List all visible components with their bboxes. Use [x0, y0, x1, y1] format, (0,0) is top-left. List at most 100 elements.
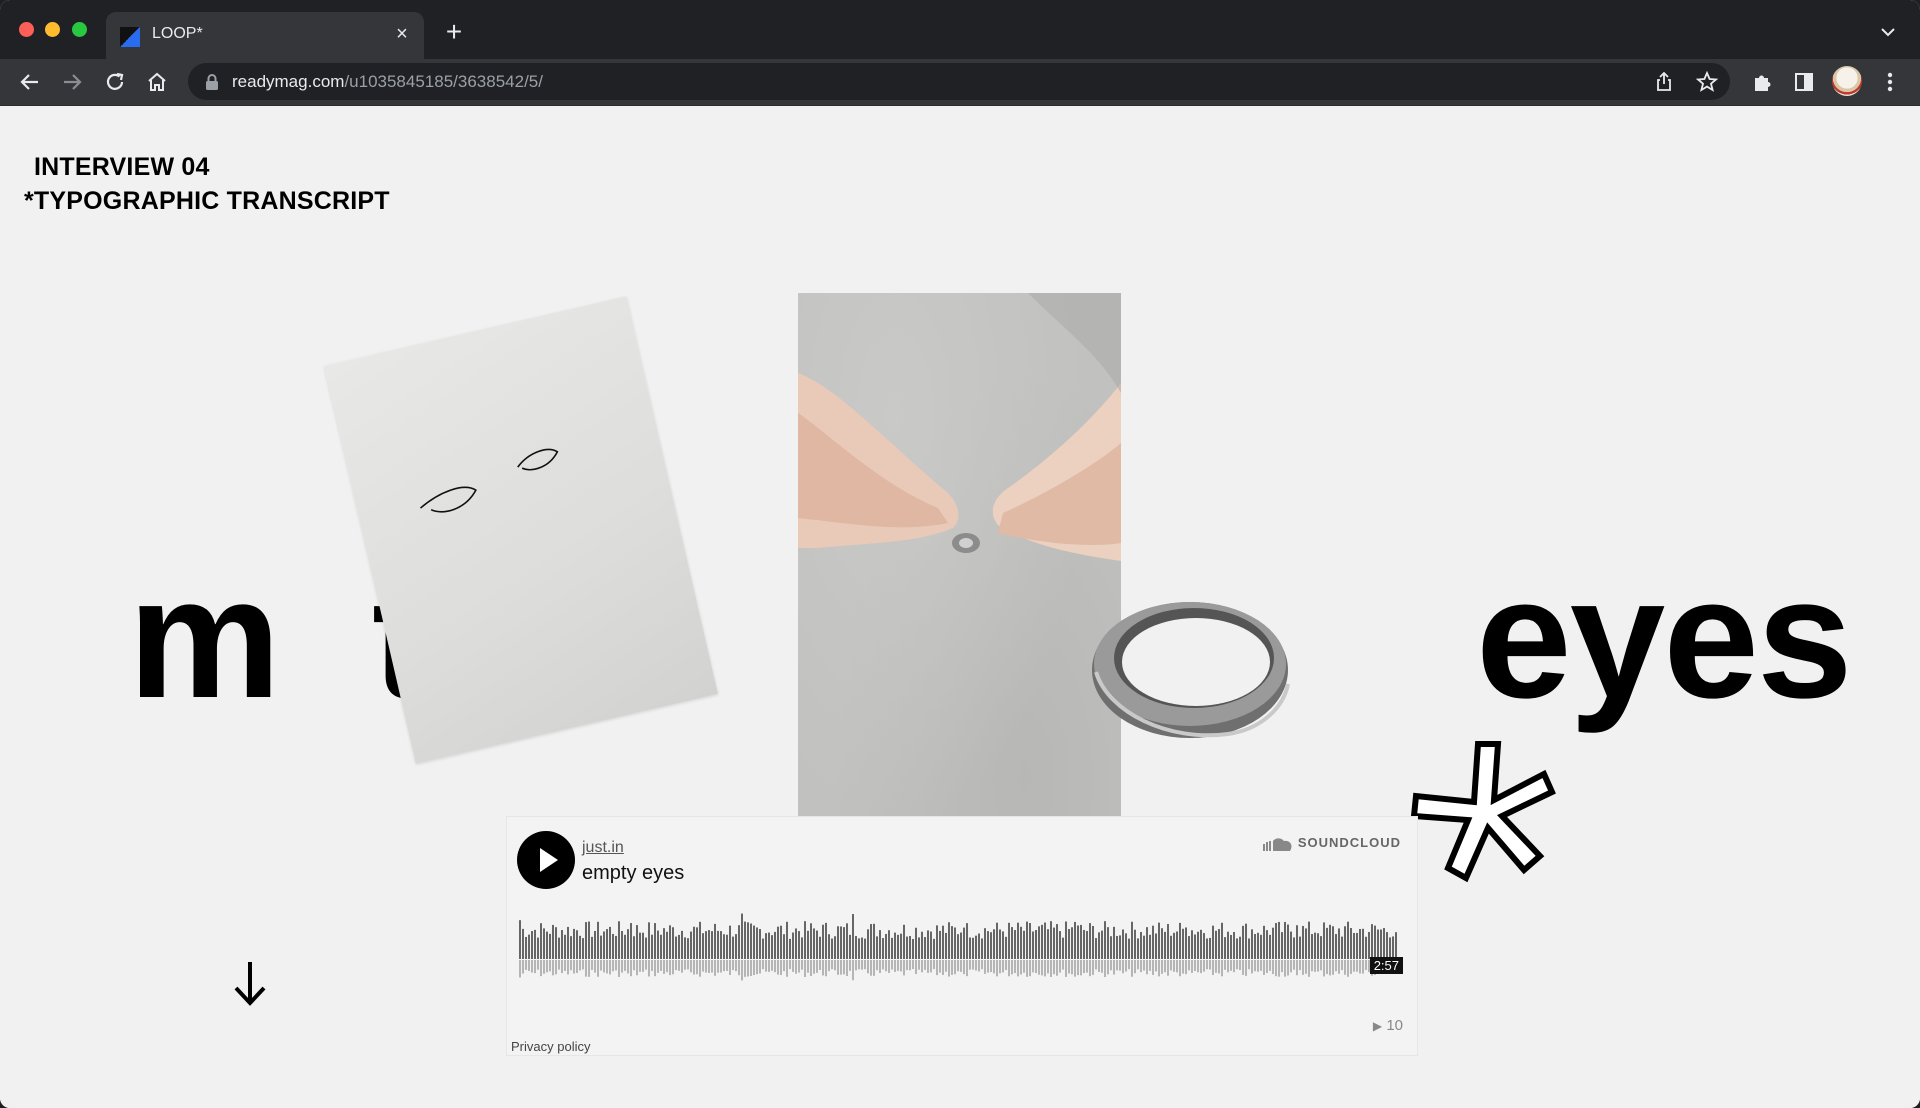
waveform-reflection-bar — [576, 960, 578, 973]
tab-search-chevron-icon[interactable] — [1876, 20, 1900, 44]
waveform-reflection-bar — [930, 960, 932, 973]
waveform-bar — [1005, 936, 1007, 959]
waveform-reflection-bar — [660, 960, 662, 971]
waveform-reflection-bar — [1068, 960, 1070, 974]
share-icon[interactable] — [1652, 70, 1676, 94]
url-text[interactable]: readymag.com/u1035845185/3638542/5/ — [232, 72, 543, 92]
waveform-bar — [783, 934, 785, 959]
waveform-reflection-bar — [672, 960, 674, 975]
waveform-bar — [735, 934, 737, 959]
waveform-reflection-bar — [801, 960, 803, 970]
extensions-puzzle-icon[interactable] — [1748, 68, 1776, 96]
tab-close-button[interactable]: × — [390, 22, 414, 46]
waveform-bar — [1281, 932, 1283, 959]
waveform-reflection-bar — [1041, 960, 1043, 976]
waveform-reflection-bar — [675, 960, 677, 971]
waveform-bar — [1245, 923, 1247, 959]
waveform-reflection-bar — [1065, 960, 1067, 977]
more-menu-icon[interactable] — [1876, 68, 1904, 96]
waveform-bar — [765, 933, 767, 959]
waveform-bar — [522, 928, 524, 959]
waveform-seekbar[interactable] — [519, 911, 1403, 983]
play-button[interactable] — [517, 831, 575, 889]
artist-link[interactable]: just.in — [582, 839, 624, 857]
waveform-bar — [804, 921, 806, 959]
waveform-reflection-bar — [720, 960, 722, 973]
minimize-window-button[interactable] — [45, 22, 60, 37]
waveform-reflection-bar — [1365, 960, 1367, 971]
waveform-reflection-bar — [1311, 960, 1313, 972]
waveform-bar — [969, 937, 971, 959]
back-arrow-icon[interactable] — [16, 68, 44, 96]
waveform-bar — [1194, 934, 1196, 959]
waveform-bar — [1353, 932, 1355, 959]
waveform-bar — [1059, 931, 1061, 959]
waveform-reflection-bar — [954, 960, 956, 975]
maximize-window-button[interactable] — [72, 22, 87, 37]
side-panel-icon[interactable] — [1790, 68, 1818, 96]
scroll-down-arrow-icon[interactable] — [230, 958, 270, 1008]
track-title[interactable]: empty eyes — [582, 862, 684, 885]
waveform-bar — [882, 938, 884, 959]
waveform-reflection-bar — [1029, 960, 1031, 977]
waveform-reflection-bar — [1260, 960, 1262, 971]
waveform-bar — [1269, 934, 1271, 959]
waveform-bar — [534, 929, 536, 959]
waveform-bar — [1233, 931, 1235, 959]
waveform-reflection-bar — [1035, 960, 1037, 974]
forward-arrow-icon[interactable] — [58, 68, 86, 96]
waveform-reflection-bar — [981, 960, 983, 970]
reload-icon[interactable] — [101, 68, 129, 96]
waveform-bar — [828, 934, 830, 959]
waveform-reflection-bar — [885, 960, 887, 972]
browser-tab[interactable]: LOOP* × — [106, 12, 424, 59]
waveform-reflection-bar — [888, 960, 890, 973]
close-window-button[interactable] — [19, 22, 34, 37]
waveform-bar — [789, 938, 791, 959]
waveform-bar — [1332, 926, 1334, 959]
waveform-bar — [1023, 930, 1025, 959]
waveform-reflection-bar — [1092, 960, 1094, 975]
waveform-bar — [546, 931, 548, 959]
waveform-reflection-bar — [729, 960, 731, 976]
waveform-bar — [1029, 923, 1031, 959]
waveform-reflection-bar — [1242, 960, 1244, 975]
waveform-reflection-bar — [1077, 960, 1079, 976]
waveform-bar — [756, 927, 758, 959]
waveform-reflection-bar — [699, 960, 701, 977]
new-tab-button[interactable]: + — [440, 18, 468, 46]
waveform-reflection-bar — [960, 960, 962, 972]
address-bar[interactable]: readymag.com/u1035845185/3638542/5/ — [188, 63, 1730, 100]
waveform-bar — [1098, 932, 1100, 959]
waveform-bar — [537, 937, 539, 959]
waveform-reflection-bar — [1299, 960, 1301, 971]
waveform-reflection-bar — [1221, 960, 1223, 977]
waveform-reflection-bar — [834, 960, 836, 971]
privacy-policy-link[interactable]: Privacy policy — [511, 1039, 590, 1054]
soundcloud-logo[interactable]: SOUNDCLOUD — [1263, 835, 1401, 851]
waveform-bar — [678, 934, 680, 959]
waveform-reflection-bar — [759, 960, 761, 974]
waveform-reflection-bar — [588, 960, 590, 977]
waveform-bar — [861, 937, 863, 959]
waveform-bar — [615, 935, 617, 959]
waveform-reflection-bar — [1350, 960, 1352, 974]
waveform-bar — [864, 938, 866, 959]
waveform-bar — [1299, 936, 1301, 959]
waveform-reflection-bar — [786, 960, 788, 977]
waveform-bar — [1182, 928, 1184, 959]
waveform-bar — [1038, 926, 1040, 959]
waveform-bar — [570, 936, 572, 959]
home-icon[interactable] — [143, 68, 171, 96]
profile-avatar[interactable] — [1832, 66, 1862, 96]
waveform-bar — [729, 925, 731, 959]
waveform-reflection-bar — [1257, 960, 1259, 972]
waveform-bar — [1323, 922, 1325, 959]
favicon-icon — [120, 27, 140, 47]
waveform-bar — [1275, 923, 1277, 959]
waveform-reflection-bar — [810, 960, 812, 977]
waveform-bar — [1143, 935, 1145, 959]
waveform-reflection-bar — [711, 960, 713, 973]
bookmark-star-icon[interactable] — [1695, 70, 1719, 94]
waveform-bar — [933, 938, 935, 959]
